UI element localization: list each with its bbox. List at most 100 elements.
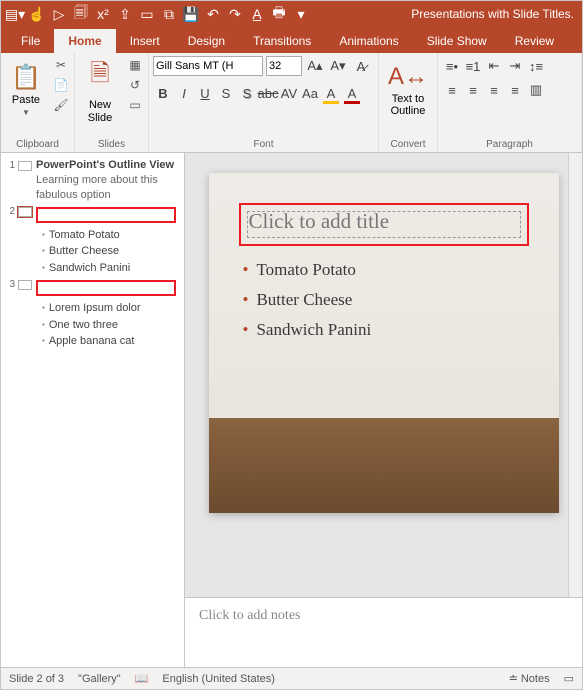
clear-formatting-icon[interactable]: A̷ — [351, 56, 371, 76]
increase-indent-icon[interactable]: ⇥ — [505, 56, 525, 76]
cut-icon[interactable]: ✂ — [52, 56, 70, 74]
empty-title-highlight[interactable] — [36, 207, 176, 223]
slide-thumb-icon[interactable] — [18, 161, 32, 171]
align-center-icon[interactable]: ≡ — [463, 80, 483, 100]
outline-slide-3[interactable]: 3 Lorem Ipsum dolor One two three Apple … — [5, 278, 180, 350]
qat-customize-icon[interactable]: ▾ — [291, 4, 311, 24]
tab-review[interactable]: Review — [501, 29, 568, 53]
tab-transitions[interactable]: Transitions — [239, 29, 325, 53]
touch-mode-icon[interactable]: ☝ — [27, 4, 47, 24]
justify-icon[interactable]: ≡ — [505, 80, 525, 100]
undo-icon[interactable]: ↶ — [203, 4, 223, 24]
tab-animations[interactable]: Animations — [325, 29, 412, 53]
ribbon-group-convert: A↔ Text to Outline Convert — [379, 53, 438, 152]
tab-home[interactable]: Home — [54, 29, 115, 53]
outline-subtitle[interactable]: Learning more about this fabulous option — [36, 173, 180, 203]
slide-bullet[interactable]: Tomato Potato — [243, 260, 529, 280]
underline-button[interactable]: U — [195, 83, 215, 103]
columns-icon[interactable]: ▥ — [526, 80, 546, 100]
slide-canvas[interactable]: Click to add title Tomato Potato Butter … — [209, 173, 559, 513]
notes-toggle-label: Notes — [521, 673, 550, 685]
slide-thumb-icon[interactable] — [18, 280, 32, 290]
title-placeholder-text[interactable]: Click to add title — [249, 209, 519, 234]
slide-canvas-wrap[interactable]: Click to add title Tomato Potato Butter … — [185, 153, 582, 597]
paste-button[interactable]: 📋 Paste ▼ — [5, 56, 47, 124]
empty-title-highlight[interactable] — [36, 280, 176, 296]
notes-pane[interactable]: Click to add notes — [185, 597, 582, 667]
character-spacing-icon[interactable]: AV — [279, 83, 299, 103]
tab-insert[interactable]: Insert — [116, 29, 174, 53]
align-left-icon[interactable]: ≡ — [442, 80, 462, 100]
slide-number: 2 — [5, 206, 15, 217]
bullets-icon[interactable]: ≡• — [442, 56, 462, 76]
outline-bullet[interactable]: Tomato Potato — [42, 227, 180, 244]
vertical-scrollbar[interactable] — [568, 153, 582, 597]
from-beginning-icon[interactable]: ▷ — [49, 4, 69, 24]
new-slide-icon: 🗎 — [90, 56, 109, 97]
text-highlight-icon[interactable]: A — [321, 83, 341, 103]
align-right-icon[interactable]: ≡ — [484, 80, 504, 100]
file-qat-icon[interactable]: 🗐 — [71, 4, 91, 24]
outline-bullet[interactable]: Butter Cheese — [42, 243, 180, 260]
page-setup-icon[interactable]: ▭ — [137, 4, 157, 24]
decrease-indent-icon[interactable]: ⇤ — [484, 56, 504, 76]
export-icon[interactable]: ⇪ — [115, 4, 135, 24]
section-icon[interactable]: ▭ — [126, 96, 144, 114]
layout-icon[interactable]: ▦ — [126, 56, 144, 74]
layout-name[interactable]: "Gallery" — [78, 673, 121, 685]
decrease-font-icon[interactable]: A▾ — [328, 56, 348, 76]
save-icon[interactable]: 💾 — [181, 4, 201, 24]
slide-bullet[interactable]: Butter Cheese — [243, 290, 529, 310]
paste-icon: 📋 — [11, 63, 41, 92]
notes-placeholder-text[interactable]: Click to add notes — [199, 608, 301, 623]
font-name-select[interactable] — [153, 56, 263, 76]
outline-bullet[interactable]: Apple banana cat — [42, 333, 180, 350]
comments-icon[interactable]: ▭ — [564, 672, 574, 685]
presentation-qat-icon[interactable]: ▤▾ — [5, 4, 25, 24]
new-window-icon[interactable]: ⧉ — [159, 4, 179, 24]
title-bar: ▤▾ ☝ ▷ 🗐 x² ⇪ ▭ ⧉ 💾 ↶ ↷ A̲ 🖶 ▾ Presentat… — [1, 1, 582, 27]
outline-pane[interactable]: 1 PowerPoint's Outline View Learning mor… — [1, 153, 185, 667]
redo-icon[interactable]: ↷ — [225, 4, 245, 24]
content-placeholder[interactable]: Tomato Potato Butter Cheese Sandwich Pan… — [239, 260, 529, 340]
text-effects-icon[interactable]: A̲ — [247, 4, 267, 24]
convert-group-label: Convert — [383, 137, 433, 152]
numbering-icon[interactable]: ≡1 — [463, 56, 483, 76]
chevron-down-icon: ▼ — [22, 108, 30, 117]
change-case-icon[interactable]: Aa — [300, 83, 320, 103]
strikethrough2-button[interactable]: abc — [258, 83, 278, 103]
outline-slide-2[interactable]: 2 Tomato Potato Butter Cheese Sandwich P… — [5, 205, 180, 277]
outline-slide-1[interactable]: 1 PowerPoint's Outline View Learning mor… — [5, 159, 180, 203]
spellcheck-icon[interactable]: 📖 — [135, 672, 149, 685]
italic-button[interactable]: I — [174, 83, 194, 103]
copy-icon[interactable]: 📄 — [52, 76, 70, 94]
tab-design[interactable]: Design — [174, 29, 239, 53]
text-to-outline-button[interactable]: A↔ Text to Outline — [383, 56, 433, 124]
outline-bullet[interactable]: One two three — [42, 317, 180, 334]
title-placeholder[interactable]: Click to add title — [239, 203, 529, 246]
slide-indicator[interactable]: Slide 2 of 3 — [9, 673, 64, 685]
font-size-select[interactable] — [266, 56, 302, 76]
increase-font-icon[interactable]: A▴ — [305, 56, 325, 76]
format-painter-icon[interactable]: 🖌 — [52, 96, 70, 114]
slide-thumb-icon[interactable] — [18, 207, 32, 217]
strikethrough-button[interactable]: S — [216, 83, 236, 103]
print-icon[interactable]: 🖶 — [269, 4, 289, 24]
tab-slideshow[interactable]: Slide Show — [413, 29, 501, 53]
reset-icon[interactable]: ↺ — [126, 76, 144, 94]
tab-file[interactable]: File — [7, 29, 54, 53]
font-group-label: Font — [153, 137, 374, 152]
outline-bullet[interactable]: Sandwich Panini — [42, 260, 180, 277]
new-slide-button[interactable]: 🗎 New Slide — [79, 56, 121, 124]
font-color-icon[interactable]: A — [342, 83, 362, 103]
line-spacing-icon[interactable]: ↕≡ — [526, 56, 546, 76]
notes-toggle-button[interactable]: ≐ Notes — [509, 672, 550, 685]
text-shadow-button[interactable]: S — [237, 83, 257, 103]
slides-group-label: Slides — [79, 137, 144, 152]
outline-bullet[interactable]: Lorem Ipsum dolor — [42, 300, 180, 317]
slide-bullet[interactable]: Sandwich Panini — [243, 320, 529, 340]
bold-button[interactable]: B — [153, 83, 173, 103]
outline-title[interactable]: PowerPoint's Outline View — [36, 159, 180, 171]
language-status[interactable]: English (United States) — [162, 673, 275, 685]
superscript-icon[interactable]: x² — [93, 4, 113, 24]
